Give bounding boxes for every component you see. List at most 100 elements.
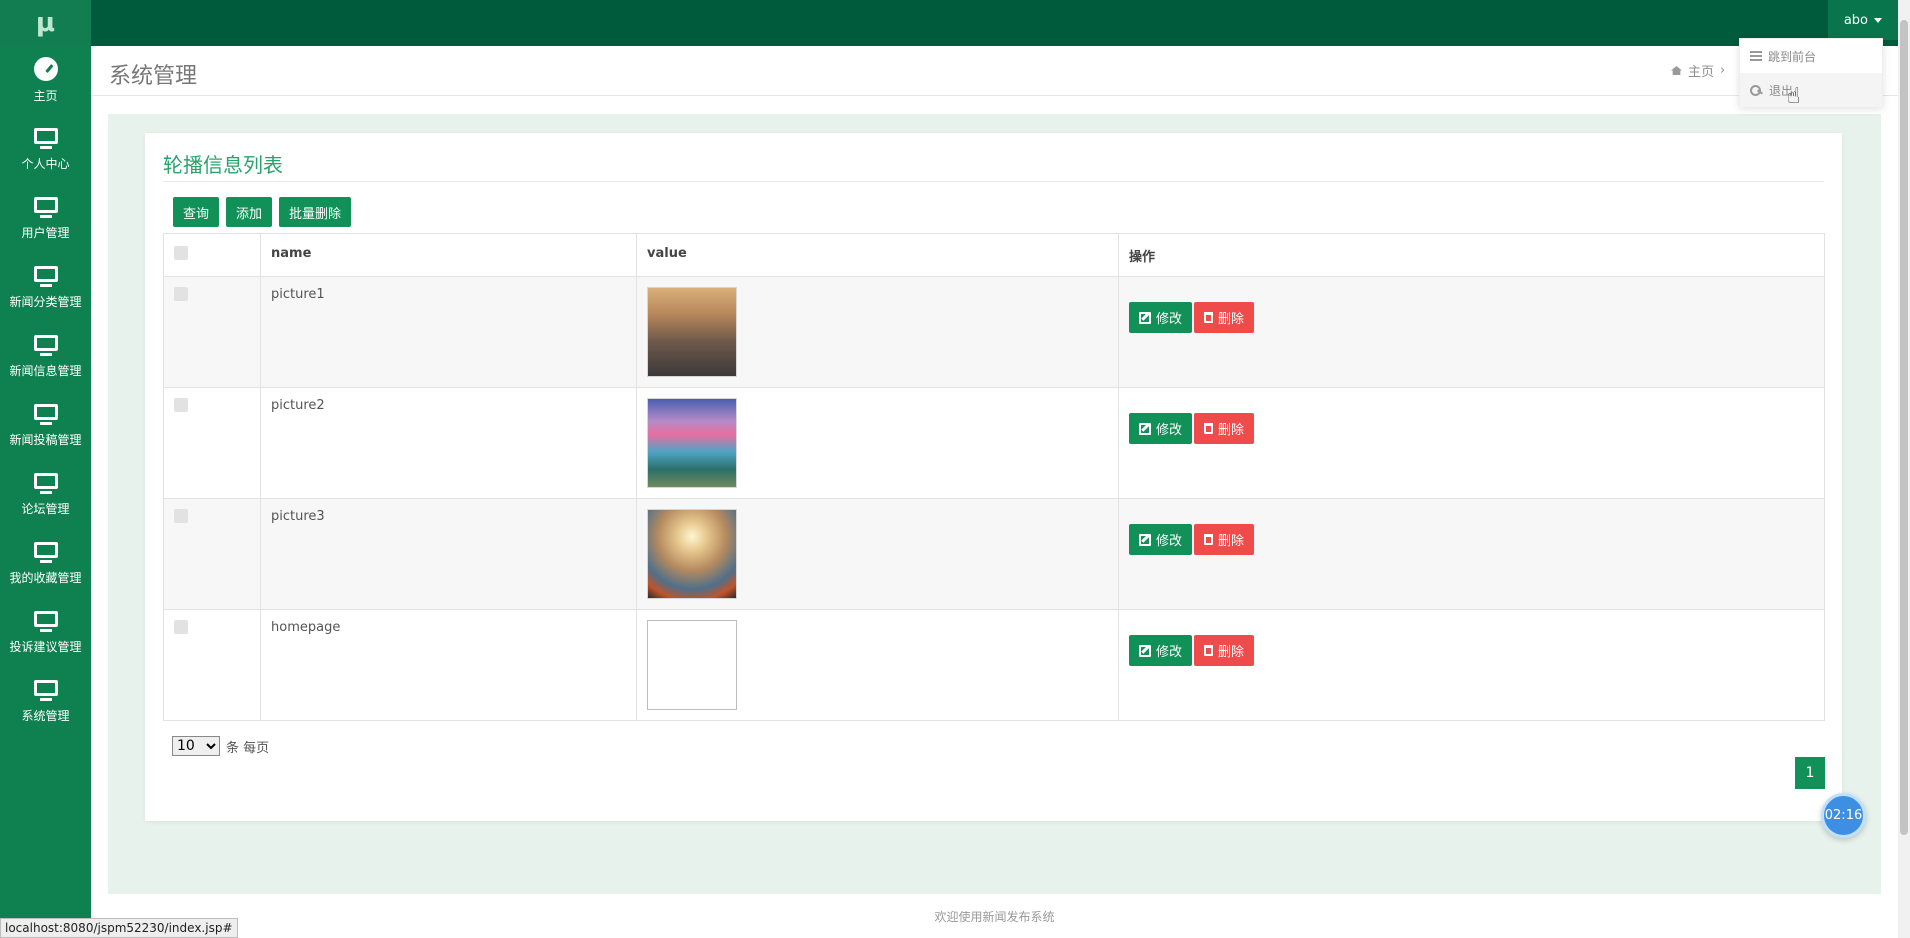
- sidebar-item-personal-center[interactable]: 个人中心: [0, 115, 91, 184]
- row-ops: 修改 删除: [1118, 498, 1825, 610]
- sidebar-item-label: 新闻信息管理: [9, 363, 82, 378]
- row-checkbox-cell: [163, 609, 261, 721]
- sidebar-item-complaints[interactable]: 投诉建议管理: [0, 598, 91, 667]
- sidebar-item-label: 系统管理: [21, 708, 70, 723]
- sidebar-item-news-submission[interactable]: 新闻投稿管理: [0, 391, 91, 460]
- edit-icon: [1139, 422, 1151, 435]
- row-checkbox-cell: [163, 276, 261, 388]
- sidebar-item-system[interactable]: 系统管理: [0, 667, 91, 736]
- column-header-ops: 操作: [1118, 233, 1825, 277]
- thumbnail-image: [647, 398, 737, 488]
- panel-title: 轮播信息列表: [163, 153, 283, 177]
- row-value: [636, 498, 1119, 610]
- page-header: 系统管理 主页 ›: [91, 46, 1898, 96]
- add-button[interactable]: 添加: [226, 197, 273, 227]
- delete-label: 删除: [1218, 422, 1245, 437]
- edit-label: 修改: [1156, 311, 1183, 326]
- timer-badge[interactable]: 02:16: [1821, 793, 1866, 838]
- page-button-current[interactable]: 1: [1795, 757, 1825, 789]
- per-page-select[interactable]: 10: [172, 736, 220, 756]
- row-ops: 修改 删除: [1118, 609, 1825, 721]
- row-ops: 修改 删除: [1118, 387, 1825, 499]
- sidebar-item-favorites[interactable]: 我的收藏管理: [0, 529, 91, 598]
- select-all-cell: [163, 233, 261, 277]
- user-menu-button[interactable]: abo: [1827, 0, 1898, 40]
- dashboard-icon: [33, 57, 58, 81]
- user-name: abo: [1843, 12, 1868, 28]
- trash-icon: [1204, 534, 1214, 545]
- monitor-icon: [33, 472, 58, 494]
- delete-button[interactable]: 删除: [1194, 524, 1255, 555]
- logo[interactable]: μ: [0, 0, 91, 46]
- edit-button[interactable]: 修改: [1129, 635, 1193, 666]
- monitor-icon: [33, 610, 58, 632]
- sidebar-item-label: 新闻投稿管理: [9, 432, 82, 447]
- row-checkbox[interactable]: [174, 287, 188, 301]
- table-row: picture2 修改 删除: [163, 387, 1825, 499]
- row-name: picture2: [260, 387, 637, 499]
- list-icon: [1750, 51, 1762, 61]
- monitor-icon: [33, 196, 58, 218]
- column-header-name: name: [260, 233, 637, 277]
- edit-label: 修改: [1156, 644, 1183, 659]
- edit-button[interactable]: 修改: [1129, 413, 1193, 444]
- edit-button[interactable]: 修改: [1129, 524, 1193, 555]
- breadcrumb: 主页 ›: [1671, 61, 1725, 80]
- sidebar-item-forum[interactable]: 论坛管理: [0, 460, 91, 529]
- sidebar-item-label: 个人中心: [21, 156, 70, 171]
- sidebar-item-user-management[interactable]: 用户管理: [0, 184, 91, 253]
- sidebar-item-news-info[interactable]: 新闻信息管理: [0, 322, 91, 391]
- sidebar-item-home[interactable]: 主页: [0, 46, 91, 115]
- sidebar-item-label: 主页: [33, 89, 58, 103]
- monitor-icon: [33, 403, 58, 425]
- home-icon: [1671, 66, 1682, 75]
- delete-label: 删除: [1218, 533, 1245, 548]
- sidebar-item-label: 我的收藏管理: [9, 570, 82, 585]
- row-checkbox-cell: [163, 498, 261, 610]
- delete-button[interactable]: 删除: [1194, 413, 1255, 444]
- trash-icon: [1204, 645, 1214, 656]
- delete-button[interactable]: 删除: [1194, 302, 1255, 333]
- query-button[interactable]: 查询: [173, 197, 220, 227]
- monitor-icon: [33, 265, 58, 287]
- sidebar-item-label: 用户管理: [21, 225, 70, 240]
- row-ops: 修改 删除: [1118, 276, 1825, 388]
- trash-icon: [1204, 312, 1214, 323]
- row-value: [636, 387, 1119, 499]
- footer-text: 欢迎使用新闻发布系统: [934, 909, 1055, 924]
- edit-icon: [1139, 311, 1151, 324]
- edit-button[interactable]: 修改: [1129, 302, 1193, 333]
- row-value: [636, 276, 1119, 388]
- edit-icon: [1139, 533, 1151, 546]
- breadcrumb-separator: ›: [1720, 63, 1726, 78]
- caret-down-icon: [1874, 17, 1882, 23]
- table-row: picture1 修改 删除: [163, 276, 1825, 388]
- row-name: picture3: [260, 498, 637, 610]
- menu-item-front[interactable]: 跳到前台: [1740, 39, 1882, 73]
- batch-delete-button[interactable]: 批量删除: [279, 197, 352, 227]
- per-page-label: 条 每页: [226, 740, 270, 756]
- user-dropdown-menu: 跳到前台 退出: [1739, 38, 1883, 107]
- row-name: picture1: [260, 276, 637, 388]
- edit-label: 修改: [1156, 422, 1183, 437]
- row-checkbox[interactable]: [174, 509, 188, 523]
- trash-icon: [1204, 423, 1214, 434]
- row-checkbox[interactable]: [174, 398, 188, 412]
- edit-icon: [1139, 644, 1151, 657]
- page-title: 系统管理: [109, 64, 198, 89]
- sidebar-item-news-category[interactable]: 新闻分类管理: [0, 253, 91, 322]
- monitor-icon: [33, 679, 58, 701]
- edit-label: 修改: [1156, 533, 1183, 548]
- table-row: picture3 修改 删除: [163, 498, 1825, 610]
- scrollbar-thumb[interactable]: [1900, 20, 1908, 835]
- select-all-checkbox[interactable]: [174, 246, 188, 260]
- broken-image-icon: [647, 620, 737, 710]
- row-checkbox[interactable]: [174, 620, 188, 634]
- delete-label: 删除: [1218, 644, 1245, 659]
- delete-button[interactable]: 删除: [1194, 635, 1255, 666]
- thumbnail-image: [647, 287, 737, 377]
- row-value: [636, 609, 1119, 721]
- breadcrumb-home[interactable]: 主页: [1688, 61, 1714, 80]
- thumbnail-image: [647, 509, 737, 599]
- menu-item-logout[interactable]: 退出: [1740, 73, 1882, 107]
